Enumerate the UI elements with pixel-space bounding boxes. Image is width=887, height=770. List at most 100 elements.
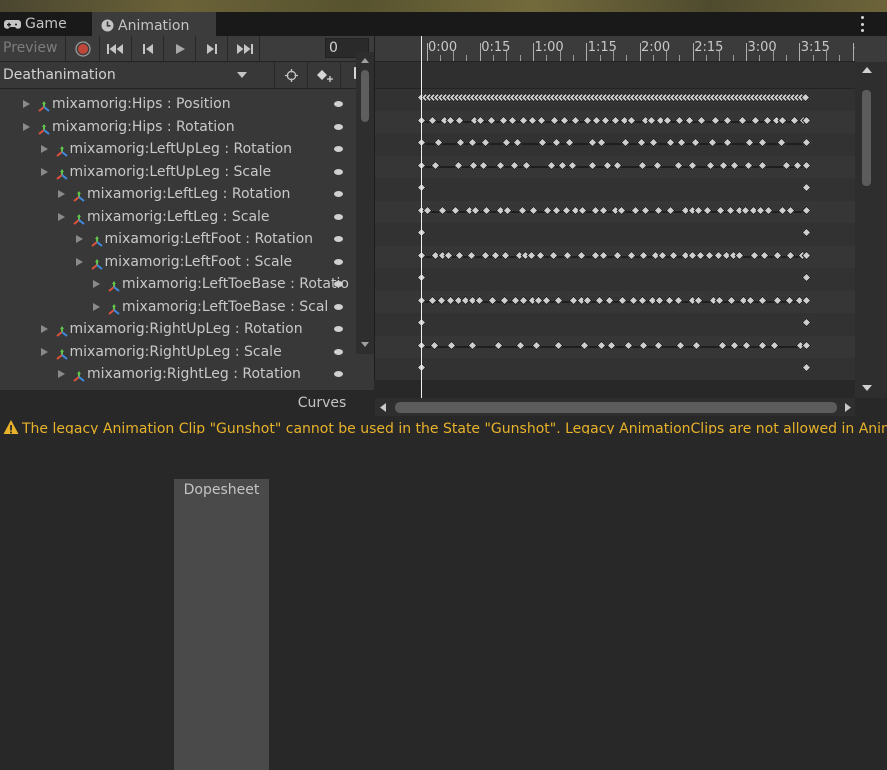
keyframe[interactable] [455, 137, 466, 148]
keyframe[interactable] [549, 115, 560, 125]
keyframe[interactable] [454, 115, 465, 125]
keyframe[interactable] [509, 160, 520, 170]
keyframe[interactable] [726, 295, 737, 305]
keyframe[interactable] [596, 340, 607, 350]
keyframe[interactable] [772, 295, 783, 305]
keyframe[interactable] [744, 137, 755, 148]
keyframe[interactable] [422, 205, 433, 215]
keyframe[interactable] [500, 250, 511, 260]
add-keyframe-button[interactable] [307, 62, 341, 88]
keyframe[interactable] [487, 295, 498, 305]
keyframe[interactable] [750, 115, 761, 125]
keyframe[interactable] [507, 115, 518, 125]
property-toggle-icon[interactable] [334, 101, 343, 107]
event-track[interactable] [375, 62, 855, 89]
keyframe[interactable] [737, 115, 748, 125]
keyframe[interactable] [602, 160, 613, 170]
keyframe[interactable] [705, 160, 716, 170]
property-row[interactable]: mixamorig:LeftLeg : Scale [0, 206, 356, 228]
tab-dopesheet[interactable]: Dopesheet [174, 479, 269, 770]
keyframe[interactable] [467, 137, 478, 148]
keyframe[interactable] [606, 340, 617, 350]
keyframe[interactable] [769, 340, 780, 350]
keyframe[interactable] [567, 160, 578, 170]
expand-triangle-icon[interactable] [40, 167, 48, 176]
keyframe[interactable] [743, 160, 754, 170]
dopesheet-row[interactable] [375, 89, 855, 110]
keyframe[interactable] [548, 250, 559, 260]
keyframe[interactable] [495, 160, 506, 170]
keyframe[interactable] [691, 340, 702, 350]
keyframe[interactable] [467, 340, 478, 350]
keyframe[interactable] [512, 137, 523, 148]
keyframe[interactable] [537, 137, 548, 148]
keyframe[interactable] [531, 340, 542, 350]
dopesheet-row[interactable] [375, 335, 855, 358]
property-row[interactable]: mixamorig:LeftFoot : Rotation [0, 228, 356, 250]
dopesheet-row[interactable] [375, 290, 855, 313]
expand-triangle-icon[interactable] [40, 347, 48, 356]
keyframe[interactable] [729, 160, 740, 170]
expand-triangle-icon[interactable] [75, 235, 83, 243]
keyframe[interactable] [763, 205, 774, 215]
chevron-down-icon[interactable] [237, 72, 247, 78]
dopesheet-row[interactable] [375, 133, 855, 155]
keyframe[interactable] [801, 227, 812, 238]
keyframe[interactable] [696, 115, 707, 125]
keyframe[interactable] [564, 137, 575, 148]
keyframe[interactable] [741, 340, 752, 350]
keyframe[interactable] [722, 137, 733, 148]
keyframe[interactable] [470, 205, 481, 215]
keyframe[interactable] [612, 250, 623, 260]
scroll-left-icon[interactable] [380, 403, 387, 412]
keyframe[interactable] [637, 295, 648, 305]
keyframe[interactable] [717, 340, 728, 350]
keyframe[interactable] [801, 362, 812, 373]
keyframe[interactable] [675, 340, 686, 350]
keyframe[interactable] [475, 115, 486, 125]
keyframe[interactable] [437, 205, 448, 215]
keyframe[interactable] [521, 160, 532, 170]
keyframe[interactable] [559, 115, 570, 125]
dopesheet-row[interactable] [375, 178, 855, 200]
keyframe[interactable] [562, 250, 573, 260]
keyframe[interactable] [612, 160, 623, 170]
keyframe[interactable] [781, 160, 792, 170]
tab-animation[interactable]: Animation [92, 12, 216, 36]
keyframe[interactable] [714, 295, 725, 305]
next-keyframe-button[interactable] [196, 36, 228, 61]
tab-game[interactable]: Game [0, 12, 92, 36]
keyframe[interactable] [474, 295, 485, 305]
property-row[interactable]: mixamorig:Hips : Rotation [0, 116, 356, 138]
dopesheet-row[interactable] [375, 155, 855, 178]
keyframe[interactable] [551, 137, 562, 148]
keyframe[interactable] [481, 205, 492, 215]
property-list-scrollbar[interactable] [356, 52, 374, 354]
preview-button[interactable]: Preview [0, 36, 66, 61]
keyframe[interactable] [453, 160, 464, 170]
keyframe[interactable] [722, 115, 733, 125]
property-toggle-icon[interactable] [334, 371, 343, 377]
property-row[interactable]: mixamorig:LeftUpLeg : Scale [0, 161, 356, 183]
property-list-scroll-thumb[interactable] [361, 70, 369, 122]
scroll-right-icon[interactable] [844, 403, 851, 412]
dopesheet-row[interactable] [375, 268, 855, 290]
keyframe[interactable] [636, 137, 647, 148]
filter-button[interactable] [274, 62, 308, 88]
playhead[interactable] [421, 36, 422, 398]
keyframe[interactable] [776, 137, 787, 148]
keyframe[interactable] [707, 137, 718, 148]
keyframe[interactable] [446, 340, 457, 350]
dopesheet-row[interactable] [375, 223, 855, 245]
keyframe[interactable] [480, 137, 491, 148]
keyframe[interactable] [576, 250, 587, 260]
expand-triangle-icon[interactable] [93, 280, 100, 288]
keyframe[interactable] [493, 340, 504, 350]
keyframe[interactable] [638, 250, 649, 260]
property-row[interactable]: mixamorig:Hips : Position [0, 93, 356, 115]
keyframe[interactable] [499, 295, 510, 305]
keyframe[interactable] [528, 205, 539, 215]
keyframe[interactable] [676, 137, 687, 148]
keyframe[interactable] [553, 295, 564, 305]
expand-triangle-icon[interactable] [75, 257, 83, 266]
